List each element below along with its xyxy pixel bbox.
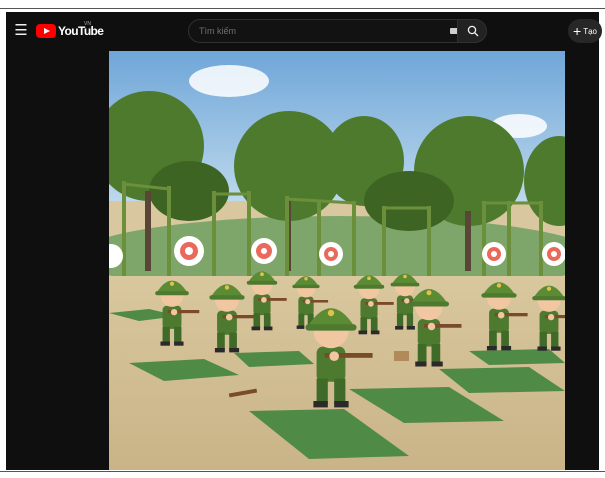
youtube-app: ☰ YouTube VN + Tạo [6, 12, 602, 470]
menu-icon[interactable]: ☰ [10, 20, 32, 42]
frame-line-bottom [0, 471, 605, 472]
plus-icon: + [573, 23, 582, 39]
search-button[interactable] [457, 19, 487, 43]
search-box [188, 19, 486, 43]
create-label: Tạo [583, 26, 597, 36]
frame-line-top [0, 8, 605, 9]
top-bar: ☰ YouTube VN + Tạo [6, 12, 602, 50]
search-input[interactable] [199, 23, 444, 39]
create-button[interactable]: + Tạo [568, 19, 602, 43]
logo-text: YouTube [58, 24, 104, 38]
search-icon [467, 25, 479, 37]
region-code: VN [84, 21, 91, 27]
video-player[interactable] [109, 51, 565, 470]
youtube-logo[interactable]: YouTube [36, 23, 104, 39]
video-frame [109, 51, 565, 470]
youtube-logo-icon [36, 24, 56, 38]
